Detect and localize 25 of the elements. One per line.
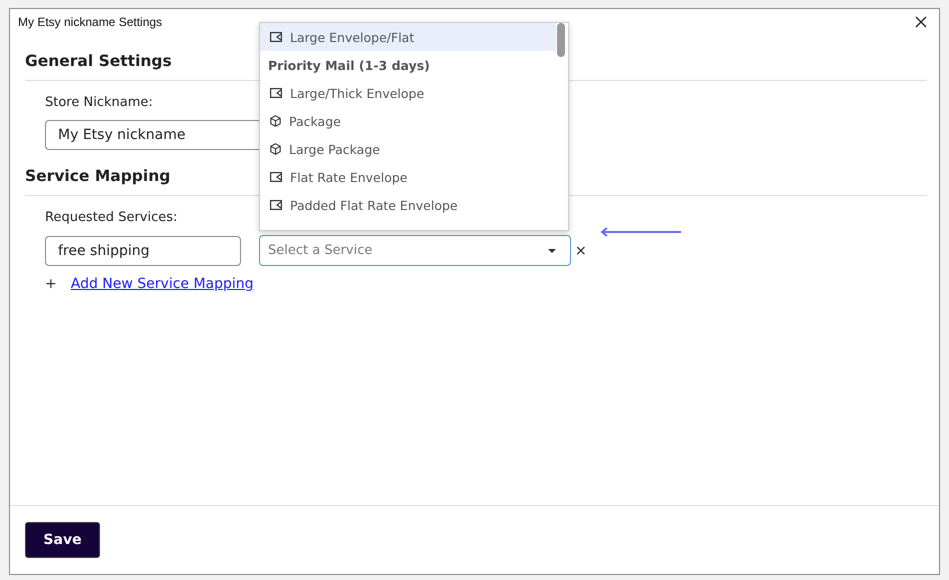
close-icon[interactable]: [915, 16, 927, 28]
envelope-icon: [270, 172, 282, 182]
box-icon: [270, 143, 281, 155]
plus-icon: +: [45, 276, 57, 292]
field-label: Store Nickname:: [45, 95, 154, 110]
envelope-icon: [270, 32, 282, 42]
box-icon: [270, 115, 281, 127]
service-option[interactable]: Large/Thick Envelope: [260, 79, 556, 107]
service-option[interactable]: Large Envelope/Flat: [260, 23, 556, 51]
add-mapping-link[interactable]: Add New Service Mapping: [70, 276, 254, 292]
envelope-icon: [270, 88, 282, 98]
remove-button[interactable]: ×: [575, 242, 587, 258]
section-heading: General Settings: [25, 52, 172, 70]
service-option[interactable]: Padded Flat Rate Envelope: [260, 191, 556, 219]
envelope-icon: [270, 200, 282, 210]
service-select[interactable]: Select a Service: [259, 235, 571, 266]
save-button[interactable]: Save: [25, 522, 100, 558]
option-group-label: Priority Mail (1-3 days): [267, 56, 431, 75]
window-title: My Etsy nickname Settings: [18, 15, 162, 29]
field-label: Requested Services:: [45, 210, 178, 225]
service-option[interactable]: Flat Rate Envelope: [260, 163, 556, 191]
caret-icon: [548, 248, 556, 252]
requested-service-field[interactable]: free shipping: [45, 236, 241, 266]
section-heading: Service Mapping: [25, 167, 170, 185]
scrollbar: [557, 23, 565, 57]
